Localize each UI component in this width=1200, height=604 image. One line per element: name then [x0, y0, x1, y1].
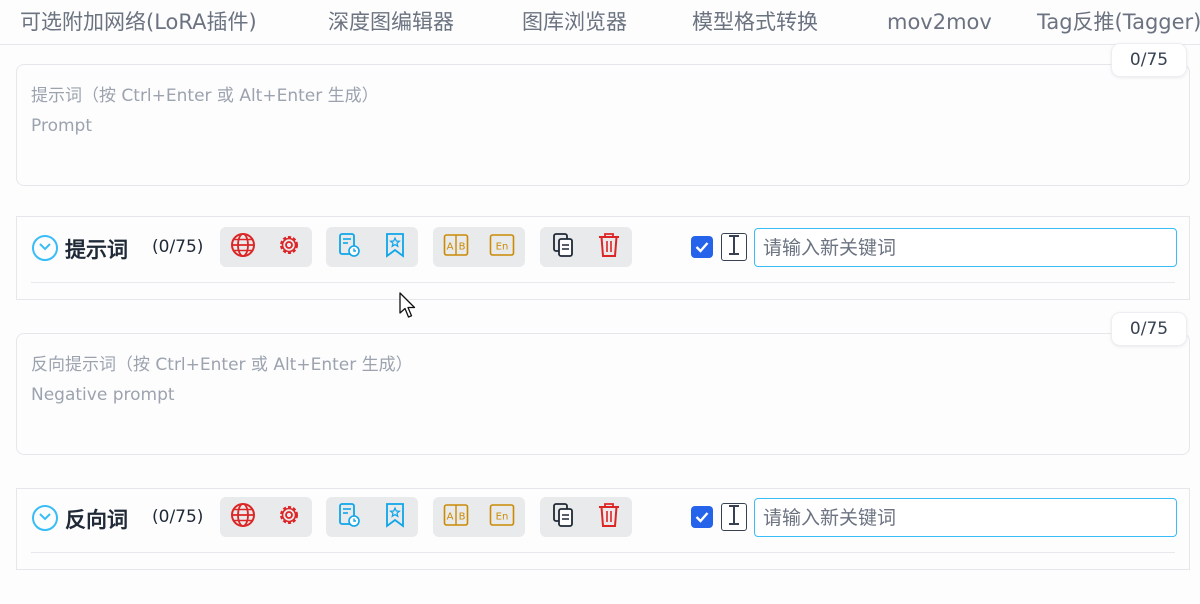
globe-button[interactable] — [226, 500, 260, 534]
prompt-box — [16, 64, 1190, 186]
auto-translate-checkbox[interactable] — [691, 236, 713, 258]
favorites-button[interactable] — [378, 500, 412, 534]
tab-model-converter[interactable]: 模型格式转换 — [692, 8, 818, 36]
negative-history-favorites-group — [326, 497, 418, 537]
bookmark-icon — [384, 232, 406, 262]
history-icon — [337, 502, 361, 532]
prompt-textarea[interactable] — [17, 65, 1189, 185]
text-cursor-icon — [727, 234, 741, 260]
text-cursor-button[interactable] — [721, 503, 747, 531]
translate-ab-button[interactable]: AB — [439, 230, 473, 264]
negative-prompt-textarea[interactable] — [17, 334, 1189, 454]
checkbox-icon — [695, 508, 709, 527]
checkbox-icon — [695, 238, 709, 257]
gear-icon — [276, 232, 302, 262]
english-button[interactable]: En — [485, 500, 519, 534]
trash-icon — [597, 502, 621, 532]
svg-text:A: A — [447, 512, 454, 523]
tab-tagger[interactable]: Tag反推(Tagger) — [1037, 8, 1200, 36]
svg-text:A: A — [447, 242, 454, 253]
svg-text:B: B — [459, 512, 466, 523]
text-cursor-button[interactable] — [721, 233, 747, 261]
tab-gallery-browser[interactable]: 图库浏览器 — [522, 8, 627, 36]
negative-keyword-input[interactable] — [754, 498, 1177, 537]
negative-prompt-box — [16, 333, 1190, 455]
copy-icon — [551, 232, 575, 262]
negative-translate-settings-group — [220, 497, 312, 537]
translate-settings-group — [220, 227, 312, 267]
keyword-input[interactable] — [754, 228, 1177, 267]
svg-text:En: En — [496, 242, 509, 253]
globe-icon — [230, 232, 256, 262]
translate-group: AB En — [433, 227, 525, 267]
negative-translate-group: AB En — [433, 497, 525, 537]
toolbar-divider — [31, 552, 1175, 553]
tab-depth-editor[interactable]: 深度图编辑器 — [328, 8, 454, 36]
globe-icon — [230, 502, 256, 532]
negative-title: 反向词 — [65, 508, 128, 532]
tab-bar: 可选附加网络(LoRA插件) 深度图编辑器 图库浏览器 模型格式转换 mov2m… — [0, 0, 1200, 45]
prompt-count: (0/75) — [152, 237, 204, 257]
toolbar-divider — [31, 282, 1175, 283]
bookmark-icon — [384, 502, 406, 532]
history-button[interactable] — [332, 230, 366, 264]
svg-text:B: B — [459, 242, 466, 253]
clear-button[interactable] — [592, 230, 626, 264]
english-button[interactable]: En — [485, 230, 519, 264]
negative-auto-translate-checkbox[interactable] — [691, 506, 713, 528]
negative-copy-clear-group — [540, 497, 632, 537]
prompt-toolbar: 提示词 (0/75) AB En — [16, 216, 1190, 300]
history-icon — [337, 232, 361, 262]
tab-lora[interactable]: 可选附加网络(LoRA插件) — [20, 8, 257, 36]
globe-button[interactable] — [226, 230, 260, 264]
history-favorites-group — [326, 227, 418, 267]
prompt-token-counter: 0/75 — [1112, 44, 1186, 76]
chevron-circle-icon[interactable] — [32, 505, 58, 531]
gear-icon — [276, 502, 302, 532]
trash-icon — [597, 232, 621, 262]
negative-toolbar: 反向词 (0/75) AB En — [16, 488, 1190, 570]
clear-button[interactable] — [592, 500, 626, 534]
svg-text:En: En — [496, 512, 509, 523]
translate-ab-button[interactable]: AB — [439, 500, 473, 534]
prompt-title: 提示词 — [65, 238, 128, 262]
copy-button[interactable] — [546, 500, 580, 534]
settings-button[interactable] — [272, 230, 306, 264]
english-icon: En — [489, 503, 515, 531]
translate-ab-icon: AB — [443, 233, 469, 261]
chevron-circle-icon[interactable] — [32, 235, 58, 261]
settings-button[interactable] — [272, 500, 306, 534]
favorites-button[interactable] — [378, 230, 412, 264]
copy-icon — [551, 502, 575, 532]
text-cursor-icon — [727, 504, 741, 530]
copy-button[interactable] — [546, 230, 580, 264]
history-button[interactable] — [332, 500, 366, 534]
translate-ab-icon: AB — [443, 503, 469, 531]
negative-count: (0/75) — [152, 507, 204, 527]
english-icon: En — [489, 233, 515, 261]
mouse-pointer-icon — [399, 292, 419, 324]
copy-clear-group — [540, 227, 632, 267]
tab-mov2mov[interactable]: mov2mov — [887, 8, 992, 36]
negative-token-counter: 0/75 — [1112, 313, 1186, 345]
